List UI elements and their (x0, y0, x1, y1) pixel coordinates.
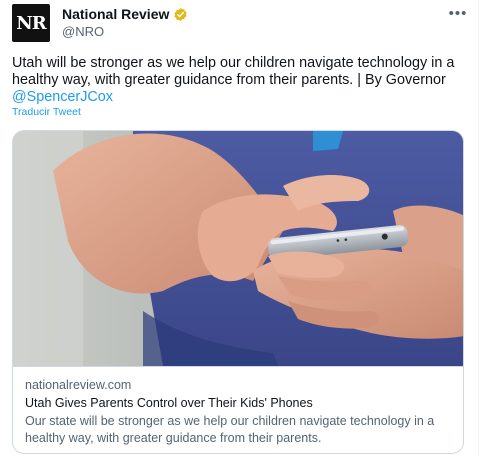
avatar[interactable]: NR (12, 4, 50, 42)
author-handle[interactable]: @NRO (62, 24, 104, 39)
link-card[interactable]: nationalreview.com Utah Gives Parents Co… (12, 130, 464, 454)
tweet-text: Utah will be stronger as we help our chi… (12, 55, 470, 106)
card-title[interactable]: Utah Gives Parents Control over Their Ki… (25, 395, 453, 412)
tweet-body: Utah will be stronger as we help our chi… (12, 55, 455, 88)
phone-photo-illustration (13, 131, 463, 366)
card-description: Our state will be stronger as we help ou… (25, 414, 435, 445)
avatar-logo-text: NR (16, 12, 46, 34)
translate-tweet-link[interactable]: Traducir Tweet (12, 106, 81, 118)
card-domain: nationalreview.com (25, 378, 132, 392)
display-name[interactable]: National Review (62, 6, 169, 22)
tweet[interactable]: NR National Review @NRO ••• Utah will be… (0, 0, 495, 456)
timeline-divider (478, 0, 479, 456)
author-name-row: National Review (62, 6, 188, 22)
card-meta[interactable]: nationalreview.com Utah Gives Parents Co… (13, 366, 463, 453)
card-image[interactable] (13, 131, 463, 366)
verified-badge-icon (173, 7, 188, 22)
more-horizontal-icon[interactable]: ••• (448, 5, 468, 22)
mention-link[interactable]: @SpencerJCox (12, 89, 113, 105)
